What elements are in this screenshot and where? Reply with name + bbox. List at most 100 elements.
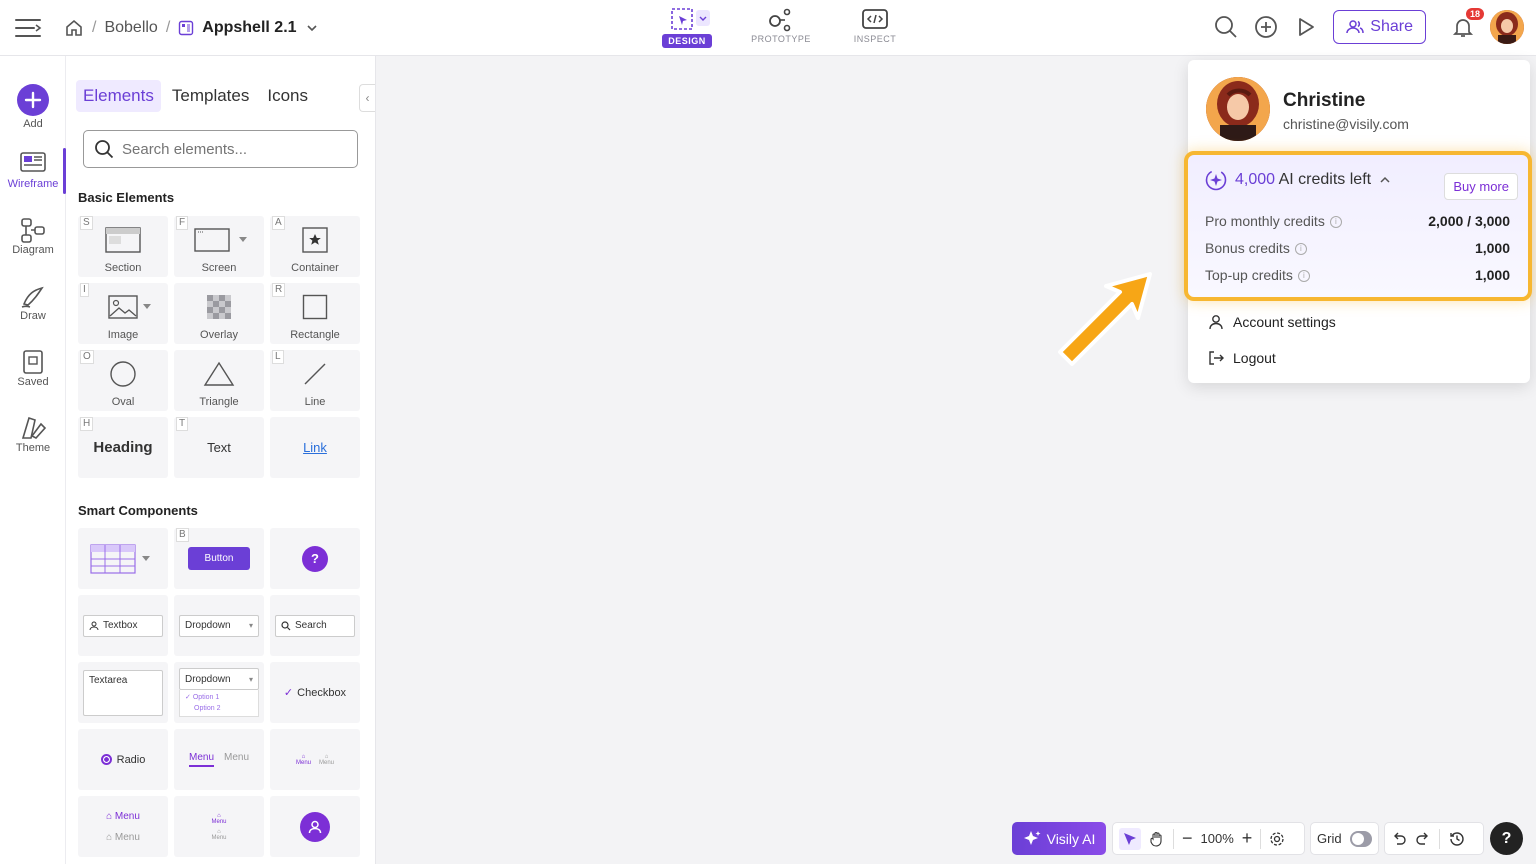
history-icon[interactable] — [1448, 830, 1466, 848]
ai-credits-header[interactable]: 4,000 AI credits left — [1205, 169, 1391, 191]
element-section[interactable]: S Section — [78, 216, 168, 277]
sparkle-icon — [1023, 830, 1041, 848]
component-button[interactable]: B Button — [174, 528, 264, 589]
play-icon[interactable] — [1293, 14, 1319, 40]
checkbox-label: Checkbox — [297, 686, 347, 699]
bell-icon[interactable]: 18 — [1450, 8, 1484, 40]
add-circle-icon[interactable] — [1253, 14, 1279, 40]
breadcrumb-workspace[interactable]: Bobello — [104, 19, 157, 37]
info-icon[interactable]: i — [1329, 216, 1342, 229]
zoom-level[interactable]: 100% — [1201, 831, 1234, 846]
rail-item-wireframe[interactable]: Wireframe — [0, 150, 66, 190]
element-text[interactable]: T Text — [174, 417, 264, 478]
component-textbox[interactable]: Textbox — [78, 595, 168, 656]
caret-down-icon: ▾ — [248, 621, 253, 630]
logout-item[interactable]: Logout — [1208, 350, 1276, 366]
element-line[interactable]: L Line — [270, 350, 360, 411]
check-icon: ✓ — [185, 694, 193, 701]
chevron-down-icon[interactable] — [305, 21, 319, 35]
menu-icon[interactable] — [14, 14, 42, 42]
info-icon[interactable]: i — [1294, 243, 1307, 256]
element-label: Image — [107, 329, 139, 341]
smart-components-grid: B Button ? Textbox Dropdown ▾ Search Text… — [78, 528, 360, 857]
project-name[interactable]: Appshell 2.1 — [202, 19, 296, 37]
search-icon[interactable] — [1213, 14, 1239, 40]
triangle-icon — [174, 359, 264, 389]
home-icon[interactable] — [64, 18, 84, 38]
tab-templates[interactable]: Templates — [165, 80, 256, 112]
element-heading[interactable]: H Heading — [78, 417, 168, 478]
undo-icon[interactable] — [1391, 831, 1407, 847]
component-search[interactable]: Search — [270, 595, 360, 656]
search-elements-field[interactable] — [83, 130, 358, 168]
ai-credits-number: 4,000 — [1235, 171, 1276, 188]
tab-inspect[interactable]: INSPECT — [838, 4, 912, 52]
tab-prototype[interactable]: PROTOTYPE — [744, 4, 818, 52]
rail-item-theme[interactable]: Theme — [0, 414, 66, 454]
redo-icon[interactable] — [1415, 831, 1431, 847]
component-vertical-menu[interactable]: ⌂ Menu ⌂ Menu — [78, 796, 168, 857]
component-menu-tabs[interactable]: Menu Menu — [174, 729, 264, 790]
help-button[interactable]: ? — [1490, 822, 1523, 855]
rail-label: Wireframe — [7, 178, 59, 190]
smart-components-title: Smart Components — [78, 503, 198, 518]
overlay-icon — [174, 292, 264, 322]
element-container[interactable]: A Container — [270, 216, 360, 277]
dropdown-label: Dropdown — [185, 620, 231, 631]
element-oval[interactable]: O Oval — [78, 350, 168, 411]
home-icon: ⌂ — [106, 831, 115, 843]
component-textarea[interactable]: Textarea — [78, 662, 168, 723]
dropdown-preview: Dropdown ▾ — [179, 614, 259, 637]
element-triangle[interactable]: Triangle — [174, 350, 264, 411]
tab-icons[interactable]: Icons — [260, 80, 315, 112]
collapse-panel-button[interactable]: ‹ — [359, 84, 375, 112]
share-button[interactable]: Share — [1333, 10, 1426, 44]
select-cursor-icon[interactable] — [1119, 827, 1141, 850]
toolbar-divider — [1173, 828, 1174, 849]
component-radio[interactable]: Radio — [78, 729, 168, 790]
design-icon — [662, 4, 712, 34]
rail-item-saved[interactable]: Saved — [0, 348, 66, 388]
rail-item-draw[interactable]: Draw — [0, 282, 66, 322]
history-tools — [1384, 822, 1484, 855]
component-vertical-icon-menu[interactable]: ⌂ Menu ⌂ Menu — [174, 796, 264, 857]
buy-more-button[interactable]: Buy more — [1444, 173, 1518, 200]
hand-icon[interactable] — [1149, 831, 1165, 847]
info-icon[interactable]: i — [1297, 270, 1310, 283]
account-settings-label: Account settings — [1233, 314, 1336, 330]
component-dropdown-open[interactable]: Dropdown ▾ ✓ Option 1 Option 2 — [174, 662, 264, 723]
dropdown-options: ✓ Option 1 Option 2 — [179, 690, 259, 717]
oval-icon — [78, 359, 168, 389]
element-rectangle[interactable]: R Rectangle — [270, 283, 360, 344]
search-input[interactable] — [122, 140, 342, 158]
component-avatar[interactable] — [270, 796, 360, 857]
component-checkbox[interactable]: ✓ Checkbox — [270, 662, 360, 723]
rail-item-diagram[interactable]: Diagram — [0, 216, 66, 256]
component-dropdown[interactable]: Dropdown ▾ — [174, 595, 264, 656]
component-menu-icons[interactable]: ⌂ Menu ⌂ Menu — [270, 729, 360, 790]
button-preview: Button — [187, 547, 251, 570]
account-settings-item[interactable]: Account settings — [1208, 314, 1336, 330]
element-image[interactable]: I Image — [78, 283, 168, 344]
highlight-arrow — [1048, 260, 1166, 378]
chevron-up-icon[interactable] — [1379, 174, 1391, 186]
component-table[interactable] — [78, 528, 168, 589]
settings-gear-icon[interactable] — [1269, 831, 1285, 847]
tab-elements[interactable]: Elements — [76, 80, 161, 112]
tab-design[interactable]: DESIGN — [650, 4, 724, 52]
component-help[interactable]: ? — [270, 528, 360, 589]
element-label: Line — [304, 396, 326, 408]
dropdown-open-preview: Dropdown ▾ ✓ Option 1 Option 2 — [179, 668, 259, 717]
element-overlay[interactable]: Overlay — [174, 283, 264, 344]
visily-ai-button[interactable]: Visily AI — [1012, 822, 1106, 855]
panel-tabs: Elements Templates Icons — [76, 80, 315, 112]
zoom-out-icon[interactable]: − — [1182, 828, 1193, 849]
canvas-tools: − 100% + — [1112, 822, 1305, 855]
rail-item-add[interactable]: Add — [0, 84, 66, 130]
element-screen[interactable]: F Screen — [174, 216, 264, 277]
avatar[interactable] — [1490, 10, 1524, 44]
zoom-in-icon[interactable]: + — [1242, 828, 1253, 849]
element-link[interactable]: Link — [270, 417, 360, 478]
grid-toggle[interactable] — [1349, 830, 1372, 847]
search-icon — [281, 620, 291, 631]
